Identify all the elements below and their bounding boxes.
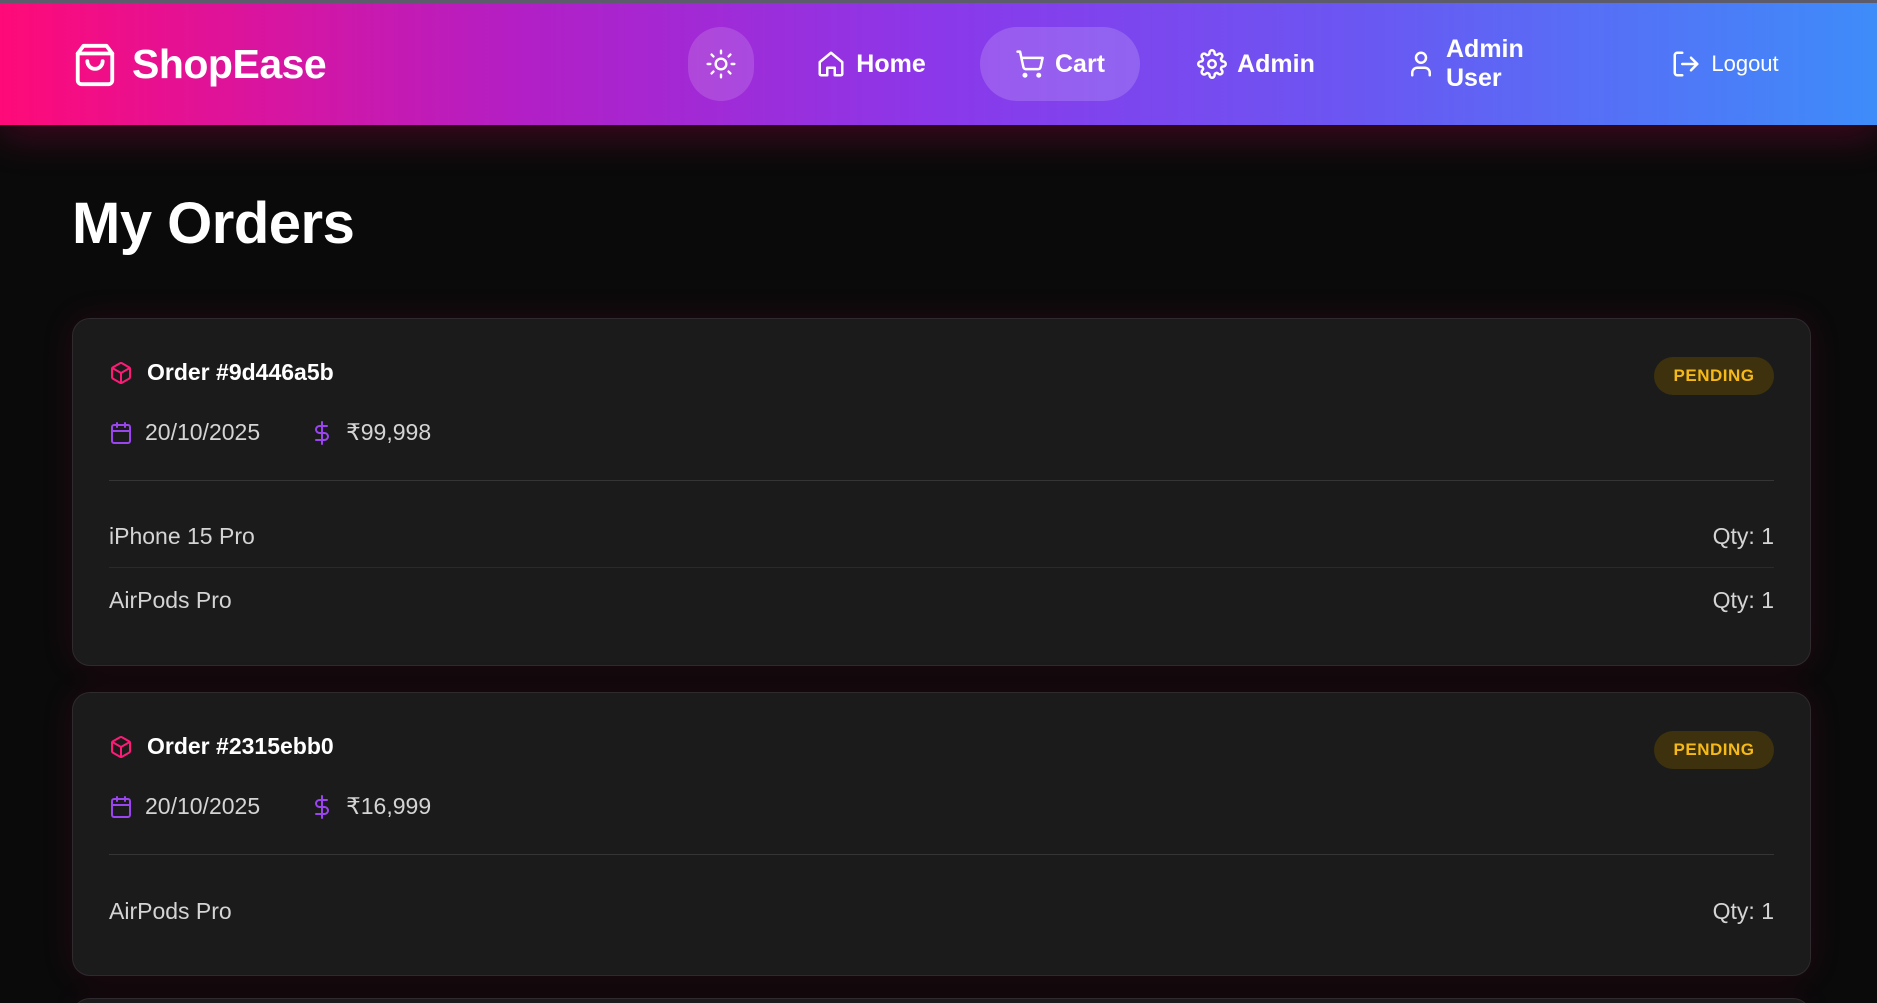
order-card: Order #9d446a5b PENDING 20/10/2025 ₹99,9… [72, 318, 1811, 666]
gear-icon [1197, 49, 1228, 79]
order-id: Order #2315ebb0 [147, 733, 334, 759]
order-header: Order #2315ebb0 [109, 733, 334, 760]
order-card: Order #2315ebb0 PENDING 20/10/2025 ₹16,9… [72, 692, 1811, 976]
order-total-group: ₹16,999 [310, 793, 431, 820]
order-header: Order #9d446a5b [109, 359, 334, 386]
shopping-bag-icon [75, 43, 115, 86]
nav-admin-link[interactable]: Admin [1196, 27, 1316, 101]
order-divider [109, 480, 1774, 481]
logout-label: Logout [1711, 51, 1779, 76]
window-top-border [0, 0, 1877, 3]
page-title: My Orders [72, 191, 355, 256]
item-name: iPhone 15 Pro [109, 523, 255, 549]
order-total: ₹16,999 [346, 793, 432, 819]
nav-user-label: Admin User [1446, 35, 1524, 92]
logout-button[interactable]: Logout [1672, 27, 1779, 101]
order-item-row: iPhone 15 Pro Qty: 1 [109, 506, 1774, 568]
nav-cart-link[interactable]: Cart [980, 27, 1140, 101]
item-qty: Qty: 1 [1712, 523, 1774, 549]
order-date: 20/10/2025 [145, 419, 261, 445]
order-card-partial [72, 998, 1811, 1003]
status-badge: PENDING [1654, 731, 1774, 769]
order-meta: 20/10/2025 ₹99,998 [109, 419, 431, 446]
nav-user-profile[interactable]: Admin User [1406, 27, 1580, 101]
nav-admin-label: Admin [1237, 49, 1315, 78]
brand-logo-link[interactable]: ShopEase [72, 41, 327, 88]
dollar-icon [315, 420, 330, 445]
calendar-icon [111, 421, 131, 444]
order-date: 20/10/2025 [145, 793, 261, 819]
item-name: AirPods Pro [109, 586, 232, 613]
sun-icon [706, 49, 736, 79]
status-badge: PENDING [1654, 357, 1774, 395]
item-name: AirPods Pro [109, 897, 232, 924]
nav-cart-label: Cart [1054, 49, 1105, 78]
package-icon [111, 735, 131, 758]
order-total: ₹99,998 [346, 419, 432, 445]
order-divider [109, 854, 1774, 855]
order-meta: 20/10/2025 ₹16,999 [109, 793, 431, 820]
nav-home-link[interactable]: Home [812, 27, 930, 101]
theme-toggle-button[interactable] [688, 27, 754, 101]
package-icon [111, 361, 131, 384]
top-navbar: ShopEase Home Cart Admin Admin User Logo… [0, 3, 1877, 125]
dollar-icon [315, 794, 330, 819]
logout-icon [1673, 51, 1699, 77]
order-total-group: ₹99,998 [310, 419, 431, 446]
cart-icon [1016, 50, 1044, 78]
home-icon [818, 51, 844, 77]
brand-name: ShopEase [132, 41, 327, 87]
user-icon [1411, 51, 1431, 77]
order-item-row: AirPods Pro Qty: 1 [109, 880, 1774, 942]
nav-home-label: Home [856, 49, 926, 78]
order-item-row: AirPods Pro Qty: 1 [109, 569, 1774, 631]
calendar-icon [111, 795, 131, 818]
order-id: Order #9d446a5b [147, 359, 334, 385]
item-qty: Qty: 1 [1712, 586, 1774, 613]
item-qty: Qty: 1 [1712, 897, 1774, 924]
